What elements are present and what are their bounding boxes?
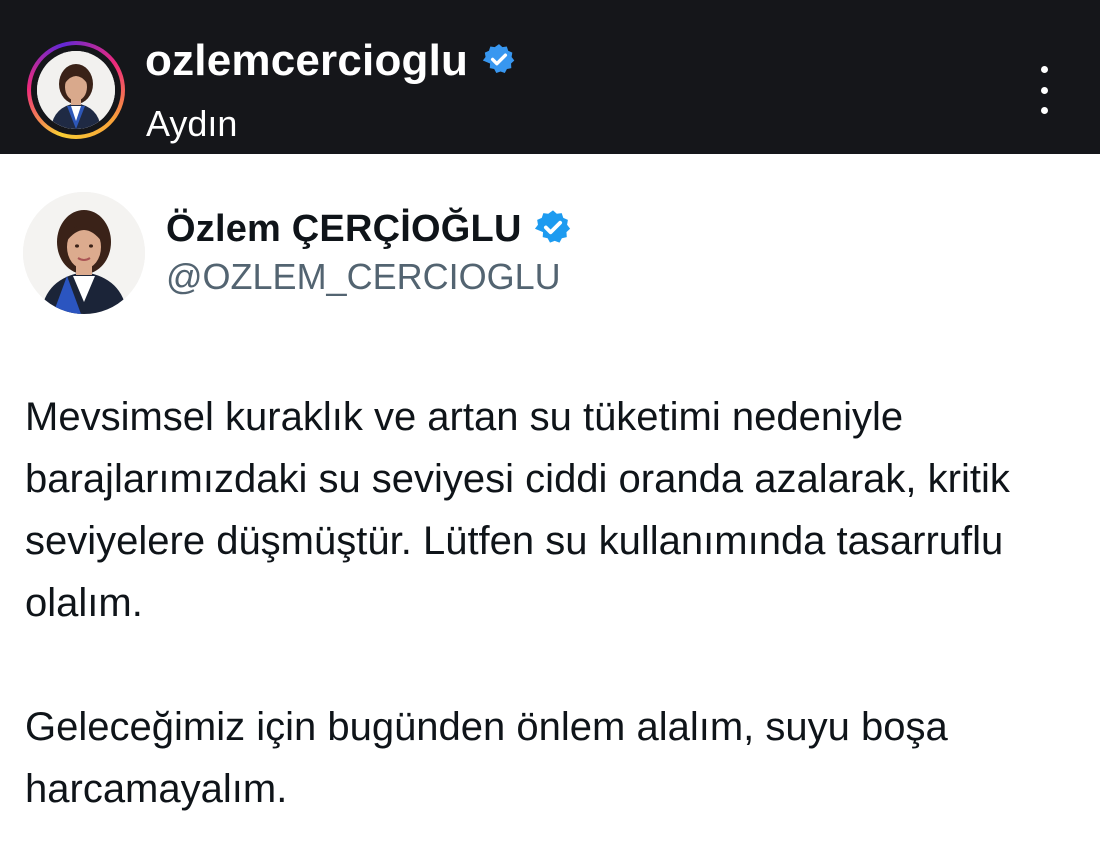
avatar-portrait-icon: [37, 51, 115, 129]
story-ring[interactable]: [27, 41, 125, 139]
profile-username[interactable]: ozlemcercioglu: [145, 36, 468, 86]
post-header: ozlemcercioglu Aydın: [0, 0, 1100, 154]
tweet-paragraph: Geleceğimiz için bugünden önlem alalım, …: [25, 705, 948, 811]
more-dot: [1040, 107, 1048, 114]
tweet-paragraph: Mevsimsel kuraklık ve artan su tüketimi …: [25, 395, 1010, 625]
tweet-verified-badge-icon: [534, 208, 572, 251]
more-options-icon[interactable]: [1026, 66, 1062, 114]
more-dot: [1040, 86, 1048, 94]
profile-avatar[interactable]: [37, 51, 115, 129]
verified-badge-icon: [482, 42, 516, 81]
username-row: ozlemcercioglu: [145, 35, 516, 87]
post-location[interactable]: Aydın: [146, 103, 237, 145]
more-dot: [1040, 66, 1048, 73]
avatar-gap: [31, 45, 121, 135]
tweet-text: Mevsimsel kuraklık ve artan su tüketimi …: [25, 386, 1090, 820]
tweet-author-avatar: [23, 192, 145, 314]
tweet-name-row: Özlem ÇERÇİOĞLU: [166, 203, 572, 255]
tweet-handle: @OZLEM_CERCIOGLU: [166, 256, 561, 297]
tweet-display-name: Özlem ÇERÇİOĞLU: [166, 207, 522, 250]
tweet-avatar-portrait-icon: [23, 192, 145, 314]
